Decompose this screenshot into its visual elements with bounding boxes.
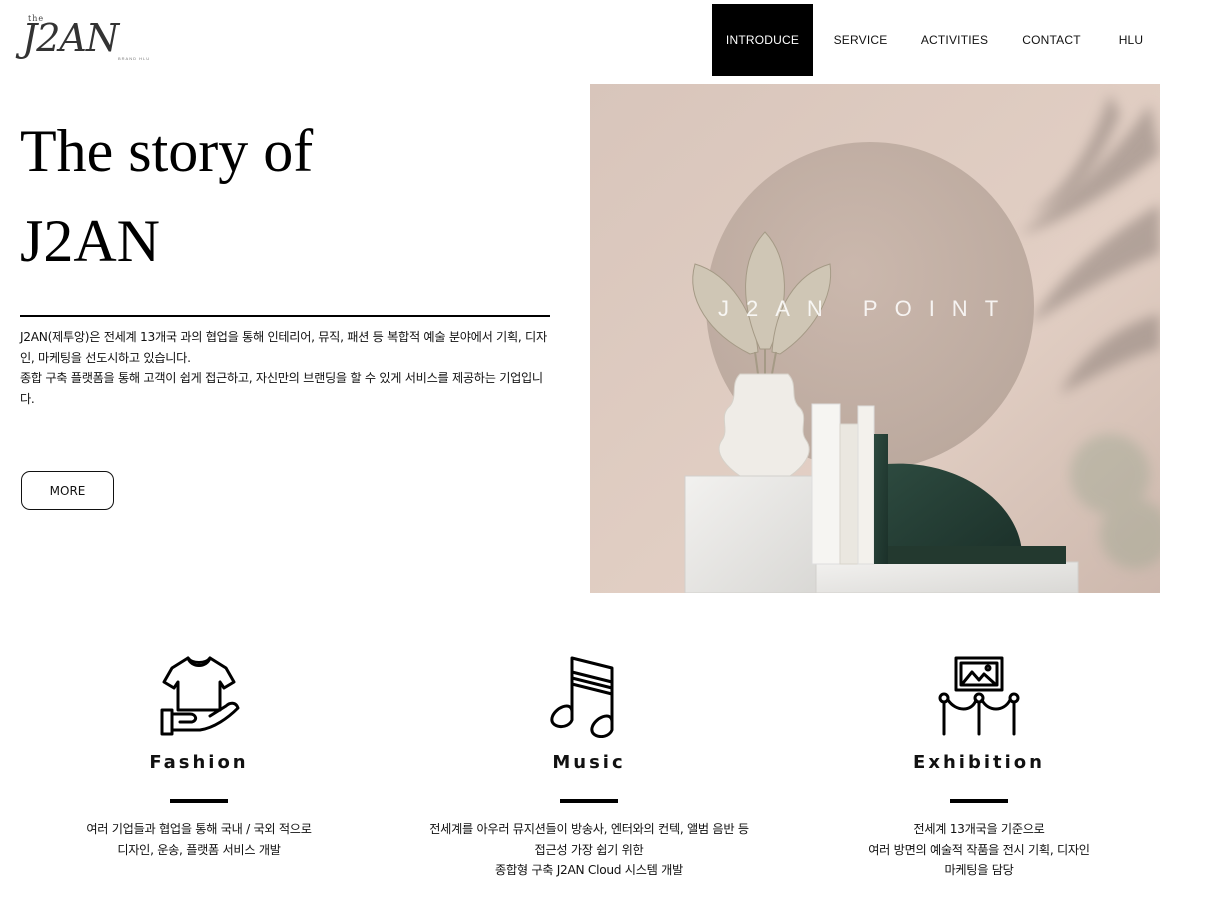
category-music-desc: 전세계를 아우러 뮤지션들이 방송사, 엔터와의 컨텍, 앨범 음반 등 접근성… — [394, 819, 784, 881]
nav-item-introduce[interactable]: INTRODUCE — [712, 4, 813, 76]
nav-item-hlu[interactable]: HLU — [1102, 4, 1160, 76]
more-button[interactable]: MORE — [21, 471, 114, 510]
hero-desc-line1: J2AN(제투앙)은 전세계 13개국 과의 협업을 통해 인테리어, 뮤직, … — [20, 330, 547, 365]
hero-title-line1: The story of — [20, 118, 314, 184]
category-fashion[interactable]: Fashion 여러 기업들과 협업을 통해 국내 / 국외 적으로 디자인, … — [4, 652, 394, 860]
hero-description: J2AN(제투앙)은 전세계 13개국 과의 협업을 통해 인테리어, 뮤직, … — [20, 327, 548, 409]
hero-title-line2: J2AN — [20, 208, 161, 274]
nav-item-activities[interactable]: ACTIVITIES — [908, 4, 1001, 76]
category-music-desc-line3: 종합형 구축 J2AN Cloud 시스템 개발 — [495, 863, 683, 877]
category-exhibition-title: Exhibition — [913, 752, 1045, 773]
category-music-bar — [560, 799, 618, 803]
category-exhibition-desc-line3: 마케팅을 담당 — [944, 863, 1014, 877]
hero-photo-illustration — [590, 84, 1160, 593]
category-exhibition-desc-line1: 전세계 13개국을 기준으로 — [913, 822, 1045, 836]
hero-divider — [20, 315, 550, 317]
category-exhibition[interactable]: Exhibition 전세계 13개국을 기준으로 여러 방면의 예술적 작품을… — [784, 652, 1174, 881]
hero-image: J2AN POINT — [590, 84, 1160, 593]
category-music-title: Music — [552, 752, 626, 773]
exhibition-frame-icon — [938, 656, 1020, 736]
category-music-desc-line2: 접근성 가장 쉽기 위한 — [534, 842, 644, 857]
music-note-icon — [550, 656, 614, 738]
hero-desc-line2: 종합 구축 플랫폼을 통해 고객이 쉽게 접근하고, 자신만의 브랜딩을 할 수… — [20, 371, 543, 406]
category-fashion-desc-line1: 여러 기업들과 협업을 통해 국내 / 국외 적으로 — [86, 822, 312, 836]
logo-tag: BRAND HLU — [118, 56, 151, 61]
nav-item-contact[interactable]: CONTACT — [1001, 4, 1102, 76]
category-music[interactable]: Music 전세계를 아우러 뮤지션들이 방송사, 엔터와의 컨텍, 앨범 음반… — [394, 652, 784, 881]
main-nav: INTRODUCE SERVICE ACTIVITIES CONTACT HLU — [712, 4, 1160, 76]
hero-title: The story of J2AN — [20, 106, 313, 286]
nav-item-service[interactable]: SERVICE — [813, 4, 908, 76]
category-fashion-desc: 여러 기업들과 협업을 통해 국내 / 국외 적으로 디자인, 운송, 플랫폼 … — [4, 819, 394, 860]
category-fashion-title: Fashion — [149, 752, 249, 773]
tshirt-hand-icon — [160, 656, 240, 736]
logo-mark: J2AN — [22, 16, 119, 60]
category-music-desc-line1: 전세계를 아우러 뮤지션들이 방송사, 엔터와의 컨텍, 앨범 음반 등 — [429, 822, 749, 836]
category-exhibition-desc: 전세계 13개국을 기준으로 여러 방면의 예술적 작품을 전시 기획, 디자인… — [784, 819, 1174, 881]
logo[interactable]: the J2AN BRAND HLU — [22, 14, 162, 66]
category-fashion-bar — [170, 799, 228, 803]
category-fashion-desc-line2: 디자인, 운송, 플랫폼 서비스 개발 — [117, 842, 281, 857]
category-exhibition-desc-line2: 여러 방면의 예술적 작품을 전시 기획, 디자인 — [868, 842, 1090, 857]
category-exhibition-bar — [950, 799, 1008, 803]
hero-image-text: J2AN POINT — [718, 296, 1016, 321]
